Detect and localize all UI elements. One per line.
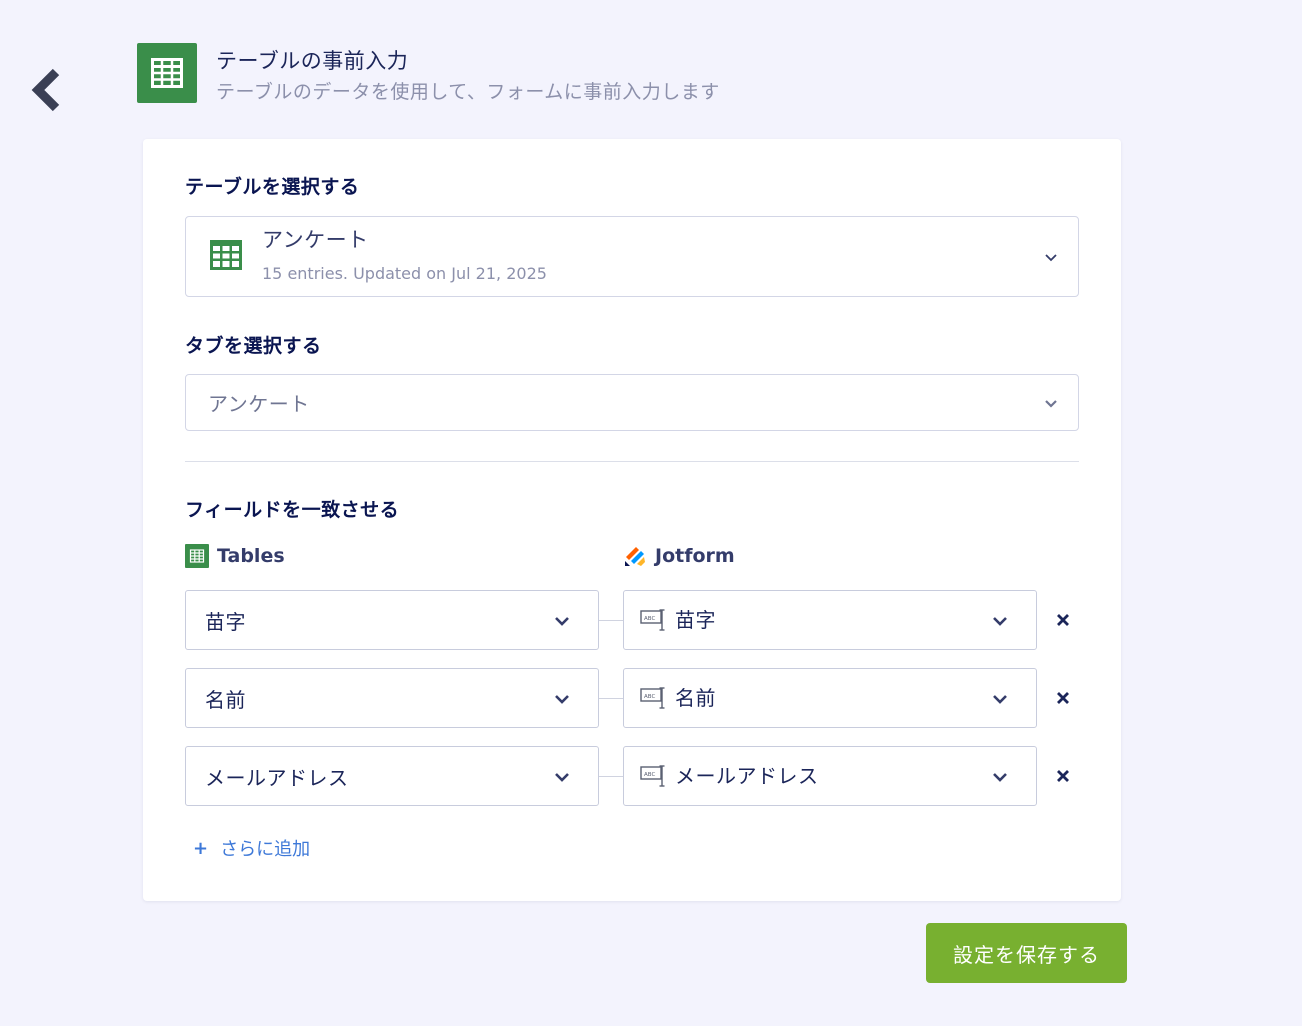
section-divider	[185, 461, 1079, 462]
remove-row-button[interactable]	[1051, 764, 1075, 788]
table-grid-icon	[185, 544, 209, 568]
chevron-down-icon	[993, 695, 1007, 704]
close-icon	[1057, 614, 1069, 626]
chevron-down-icon	[1045, 399, 1057, 408]
selected-table-name: アンケート	[262, 228, 369, 252]
page-title: テーブルの事前入力	[216, 49, 409, 73]
chevron-down-icon	[993, 617, 1007, 626]
chevron-down-icon	[993, 773, 1007, 782]
field-mapping-row: 名前 ABC 名前	[185, 668, 1085, 728]
close-icon	[1057, 692, 1069, 704]
chevron-down-icon	[555, 695, 569, 704]
add-more-link[interactable]: + さらに追加	[193, 835, 310, 861]
table-field-select[interactable]: メールアドレス	[185, 746, 599, 806]
tab-section-label: タブを選択する	[185, 335, 322, 357]
table-select-dropdown[interactable]: アンケート 15 entries. Updated on Jul 21, 202…	[185, 216, 1079, 297]
match-section-label: フィールドを一致させる	[185, 499, 400, 521]
back-button[interactable]	[22, 62, 70, 118]
save-settings-button[interactable]: 設定を保存する	[926, 923, 1127, 983]
table-field-value: メールアドレス	[205, 766, 349, 790]
table-field-select[interactable]: 名前	[185, 668, 599, 728]
remove-row-button[interactable]	[1051, 608, 1075, 632]
page-subtitle: テーブルのデータを使用して、フォームに事前入力します	[216, 81, 720, 103]
table-section-label: テーブルを選択する	[185, 176, 360, 198]
text-field-icon: ABC	[640, 609, 665, 631]
row-connector	[599, 776, 623, 777]
close-icon	[1057, 770, 1069, 782]
text-field-icon: ABC	[640, 765, 665, 787]
table-field-select[interactable]: 苗字	[185, 590, 599, 650]
settings-card: テーブルを選択する アンケート 15 entries. Updated on J…	[143, 139, 1121, 901]
form-field-value: 名前	[675, 686, 716, 710]
form-field-value: 苗字	[675, 608, 716, 632]
chevron-down-icon	[1045, 253, 1057, 261]
svg-text:ABC: ABC	[644, 694, 655, 700]
tab-select-dropdown[interactable]: アンケート	[185, 374, 1079, 431]
jotform-logo-icon	[625, 547, 645, 566]
row-connector	[599, 620, 623, 621]
field-mapping-row: メールアドレス ABC メールアドレス	[185, 746, 1085, 806]
chevron-down-icon	[555, 773, 569, 782]
form-field-value: メールアドレス	[675, 764, 819, 788]
table-field-value: 苗字	[205, 610, 246, 634]
chevron-down-icon	[555, 617, 569, 626]
jotform-header-label: Jotform	[655, 545, 735, 567]
text-field-icon: ABC	[640, 687, 665, 709]
svg-text:ABC: ABC	[644, 616, 655, 622]
table-grid-icon	[210, 240, 242, 270]
selected-tab: アンケート	[208, 392, 310, 416]
tables-column-header: Tables	[185, 544, 285, 568]
selected-table-meta: 15 entries. Updated on Jul 21, 2025	[262, 264, 547, 283]
tables-header-label: Tables	[217, 545, 285, 567]
jotform-column-header: Jotform	[623, 544, 735, 568]
remove-row-button[interactable]	[1051, 686, 1075, 710]
svg-text:ABC: ABC	[644, 772, 655, 778]
table-field-value: 名前	[205, 688, 246, 712]
form-field-select[interactable]: ABC メールアドレス	[623, 746, 1037, 806]
chevron-left-icon	[31, 68, 60, 112]
row-connector	[599, 698, 623, 699]
plus-icon: +	[193, 837, 209, 859]
add-more-label: さらに追加	[220, 839, 311, 860]
form-field-select[interactable]: ABC 名前	[623, 668, 1037, 728]
table-grid-icon	[137, 43, 197, 103]
form-field-select[interactable]: ABC 苗字	[623, 590, 1037, 650]
field-mapping-row: 苗字 ABC 苗字	[185, 590, 1085, 650]
